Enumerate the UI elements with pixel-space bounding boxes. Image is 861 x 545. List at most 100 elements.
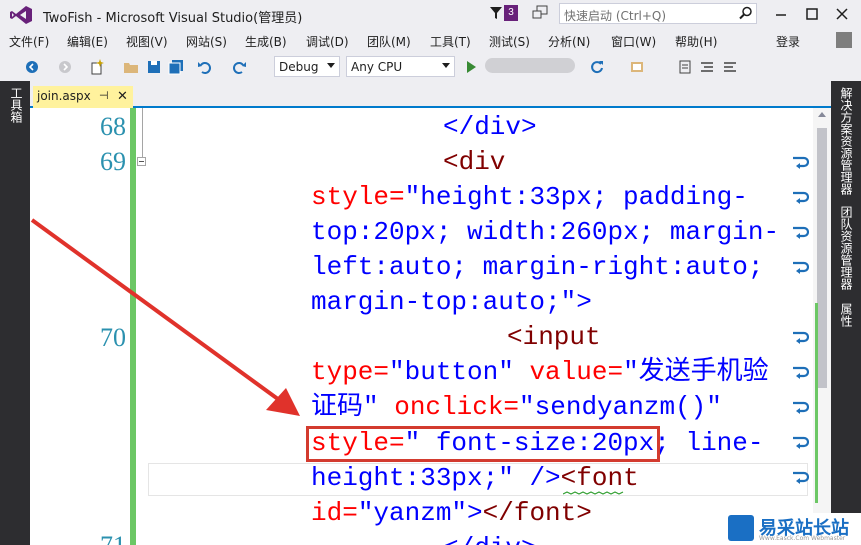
open-folder-icon[interactable] — [123, 59, 139, 75]
code-token: > — [467, 498, 483, 528]
code-token: id= — [311, 498, 358, 528]
scrollbar-change-marker — [815, 303, 818, 503]
collapse-toggle-icon[interactable] — [137, 157, 146, 166]
watermark-sub: Www.Easck.Com Webmaster — [759, 535, 846, 542]
minimize-icon[interactable] — [770, 4, 792, 24]
code-token: margin-top:auto;" — [311, 287, 577, 317]
properties-tab[interactable]: 属性 — [837, 303, 855, 327]
filter-icon[interactable] — [489, 6, 503, 20]
avatar[interactable] — [836, 32, 852, 48]
word-wrap-icon — [793, 471, 809, 484]
watermark: 易采站长站 Www.Easck.Com Webmaster — [726, 513, 861, 545]
code-token: > — [576, 287, 592, 317]
code-line: style="height:33px; padding- — [311, 180, 748, 215]
word-wrap-icon — [793, 156, 809, 169]
code-token: line- — [669, 428, 764, 458]
menu-test[interactable]: 测试(S) — [489, 33, 530, 50]
platform-select[interactable]: Any CPU — [346, 56, 455, 77]
toolbox-tab[interactable]: 工具箱 — [7, 87, 25, 123]
code-token: /> — [513, 463, 561, 493]
login-link[interactable]: 登录 — [776, 33, 800, 50]
menu-file[interactable]: 文件(F) — [9, 33, 49, 50]
code-token: style= — [311, 182, 405, 212]
pin-icon[interactable]: ⊣ — [99, 89, 109, 102]
word-wrap-icon — [793, 401, 809, 414]
word-wrap-icon — [793, 331, 809, 344]
redacted-browser-selector[interactable] — [485, 58, 575, 73]
code-token: 证码" — [311, 392, 379, 422]
menu-website[interactable]: 网站(S) — [186, 33, 227, 50]
line-number: 71 — [56, 531, 126, 545]
code-line: id="yanzm"></font> — [311, 496, 592, 531]
code-token: </font> — [482, 498, 592, 528]
save-all-icon[interactable] — [168, 59, 184, 75]
team-explorer-tab[interactable]: 团队资源管理器 — [837, 206, 855, 290]
left-dock: 工具箱 — [0, 81, 30, 545]
menu-tools[interactable]: 工具(T) — [430, 33, 471, 50]
code-line: left:auto; margin-right:auto; — [311, 252, 764, 282]
menu-view[interactable]: 视图(V) — [126, 33, 168, 50]
line-number: 68 — [100, 112, 126, 141]
watermark-logo-icon — [728, 515, 754, 541]
comment-icon[interactable] — [722, 59, 738, 75]
annotation-arrow-icon — [30, 218, 300, 416]
quick-launch-placeholder: 快速启动 (Ctrl+Q) — [564, 9, 667, 23]
code-line: top:20px; width:260px; margin- — [311, 217, 780, 247]
back-icon[interactable] — [24, 59, 40, 75]
outline-line — [142, 108, 143, 162]
quick-launch-input[interactable]: 快速启动 (Ctrl+Q) — [559, 3, 757, 24]
code-editor[interactable]: 68 69 70 71 </div> <div style="height:33… — [30, 108, 813, 545]
code-line: 证码" onclick="sendyanzm()" — [311, 390, 722, 425]
scrollbar-thumb[interactable] — [817, 128, 827, 388]
code-line: <input — [507, 320, 601, 355]
maximize-icon[interactable] — [801, 4, 823, 24]
tab-close-icon[interactable]: ✕ — [117, 88, 128, 104]
window-title: TwoFish - Microsoft Visual Studio(管理员) — [43, 11, 303, 26]
format-document-icon[interactable] — [699, 59, 715, 75]
code-line: margin-top:auto;"> — [311, 285, 592, 320]
save-icon[interactable] — [146, 59, 162, 75]
word-wrap-icon — [793, 436, 809, 449]
standard-toolbar: Debug Any CPU — [0, 53, 861, 81]
document-outline-icon[interactable] — [677, 59, 693, 75]
configuration-value: Debug — [279, 60, 319, 74]
code-token: "发送手机验 — [623, 357, 769, 387]
menu-window[interactable]: 窗口(W) — [611, 33, 656, 50]
code-token: </div> — [443, 112, 537, 142]
platform-value: Any CPU — [351, 60, 403, 74]
feedback-icon[interactable] — [532, 5, 548, 21]
tab-join-aspx[interactable]: join.aspx ⊣ ✕ — [33, 86, 133, 108]
redo-icon[interactable] — [231, 59, 247, 75]
tab-label: join.aspx — [37, 89, 91, 103]
configuration-select[interactable]: Debug — [274, 56, 340, 77]
code-line: <div — [443, 145, 505, 180]
search-icon[interactable] — [739, 6, 753, 20]
solution-explorer-tab[interactable]: 解决方案资源管理器 — [837, 87, 855, 195]
code-line: </div> — [443, 531, 537, 545]
menu-debug[interactable]: 调试(D) — [306, 33, 349, 50]
vertical-scrollbar[interactable] — [813, 108, 831, 545]
code-token: "yanzm" — [357, 498, 468, 528]
code-token: value= — [513, 357, 624, 387]
squiggle-underline — [563, 491, 624, 495]
start-debugging-icon[interactable] — [463, 59, 479, 75]
undo-icon[interactable] — [197, 59, 213, 75]
menu-build[interactable]: 生成(B) — [245, 33, 287, 50]
close-icon[interactable] — [831, 4, 853, 24]
code-token: "height:33px; padding- — [404, 182, 748, 212]
menu-edit[interactable]: 编辑(E) — [67, 33, 108, 50]
new-project-icon[interactable] — [89, 59, 105, 75]
browser-link-icon[interactable] — [629, 59, 645, 75]
word-wrap-icon — [793, 366, 809, 379]
forward-icon[interactable] — [57, 59, 73, 75]
code-token: <font — [560, 463, 639, 493]
refresh-icon[interactable] — [589, 59, 605, 75]
line-number: 69 — [100, 147, 126, 176]
notification-badge[interactable]: 3 — [504, 5, 518, 21]
code-token: <input — [507, 322, 601, 352]
menu-analyze[interactable]: 分析(N) — [548, 33, 590, 50]
scroll-up-icon[interactable] — [818, 112, 826, 117]
word-wrap-icon — [793, 261, 809, 274]
menu-team[interactable]: 团队(M) — [367, 33, 411, 50]
menu-help[interactable]: 帮助(H) — [675, 33, 717, 50]
